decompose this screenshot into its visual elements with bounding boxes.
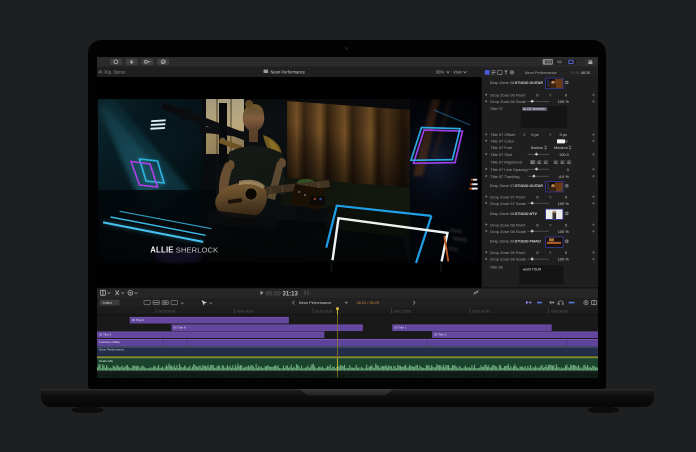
svg-text:Y: Y <box>549 93 552 98</box>
svg-text:00:01:40:00: 00:01:40:00 <box>473 309 490 313</box>
svg-text:Neon Performance: Neon Performance <box>299 300 332 305</box>
svg-text:Title 07 Color: Title 07 Color <box>490 139 514 144</box>
svg-text:Drop Zone 09 Scale: Drop Zone 09 Scale <box>490 257 526 262</box>
svg-text:48:20: 48:20 <box>581 71 590 75</box>
svg-text:Y: Y <box>549 250 552 255</box>
svg-text:31:13: 31:13 <box>283 291 299 297</box>
svg-text:Neon Performance: Neon Performance <box>525 71 557 75</box>
svg-text:00 Title 9: 00 Title 9 <box>434 332 447 336</box>
svg-text:Drop Zone 06:: Drop Zone 06: <box>490 80 516 85</box>
svg-text:Index: Index <box>103 300 113 305</box>
svg-text:Y: Y <box>549 194 552 199</box>
svg-text:00 Title 1: 00 Title 1 <box>394 325 407 329</box>
svg-text:00 Title 6: 00 Title 6 <box>132 318 145 322</box>
svg-text:00:00: 00:00 <box>571 71 580 75</box>
svg-text:0 px: 0 px <box>531 132 538 137</box>
svg-text:STUDIO GUITAR: STUDIO GUITAR <box>515 81 543 85</box>
svg-text:Title 08: Title 08 <box>490 264 504 269</box>
svg-text:100 %: 100 % <box>558 257 570 262</box>
svg-text:ALLIE: ALLIE <box>150 246 174 255</box>
svg-text:View: View <box>453 69 462 74</box>
svg-text:Y: Y <box>549 132 552 137</box>
svg-text:Title 07 Tracking: Title 07 Tracking <box>490 174 519 179</box>
svg-text:100 %: 100 % <box>558 99 570 104</box>
svg-text:SHERLOCK: SHERLOCK <box>176 246 218 255</box>
svg-text:ALLIE sherlock: ALLIE sherlock <box>523 107 546 111</box>
svg-text:Drop Zone 08:: Drop Zone 08: <box>490 211 516 216</box>
svg-text:00 Title 8: 00 Title 8 <box>174 325 187 329</box>
svg-text:00:01:00:00: 00:01:00:00 <box>316 309 333 313</box>
svg-text:Drop Zone 07 Pan: Drop Zone 07 Pan <box>490 194 523 199</box>
svg-text:0 px: 0 px <box>560 132 567 137</box>
svg-text:X: X <box>523 93 526 98</box>
svg-text:Title 07 Line Spacing: Title 07 Line Spacing <box>490 167 527 172</box>
svg-text:00:00: 00:00 <box>266 291 282 297</box>
svg-text:66%: 66% <box>436 69 445 74</box>
svg-text:Drop Zone 07 Scale: Drop Zone 07 Scale <box>490 201 526 206</box>
svg-text:Neon Performance: Neon Performance <box>99 348 125 352</box>
svg-text:Y: Y <box>549 222 552 227</box>
svg-text:100 %: 100 % <box>558 229 570 234</box>
svg-text:Drop Zone 06 Scale: Drop Zone 06 Scale <box>490 99 526 104</box>
svg-text:Title 07: Title 07 <box>490 106 504 111</box>
svg-text:STUDIO MTV: STUDIO MTV <box>515 212 538 216</box>
svg-text:world TOUR: world TOUR <box>523 268 542 272</box>
svg-text:00:00:20:00: 00:00:20:00 <box>159 309 176 313</box>
svg-text:Drop Zone 07:: Drop Zone 07: <box>490 183 516 188</box>
svg-text:X: X <box>523 194 526 199</box>
svg-text:Title 07 Size: Title 07 Size <box>490 152 513 157</box>
svg-text:Title 07 Offset: Title 07 Offset <box>490 132 516 137</box>
svg-text:X: X <box>523 250 526 255</box>
svg-text:00:01:20:00: 00:01:20:00 <box>394 309 411 313</box>
svg-text:Title 07 Alignment: Title 07 Alignment <box>490 160 523 165</box>
svg-text:00 Title 3: 00 Title 3 <box>99 332 112 336</box>
svg-text:Studio Mix: Studio Mix <box>99 359 114 363</box>
svg-text:Title 07 Font: Title 07 Font <box>490 145 513 150</box>
svg-text:00:02:00:00: 00:02:00:00 <box>551 309 568 313</box>
svg-text:100 %: 100 % <box>558 201 570 206</box>
svg-text:Neon Performance: Neon Performance <box>271 69 306 74</box>
svg-text:Drop Zone 08 Pan: Drop Zone 08 Pan <box>490 222 523 227</box>
svg-text:Medium: Medium <box>554 145 568 150</box>
svg-text:Barlow: Barlow <box>531 145 543 150</box>
svg-text:00:00:40:00: 00:00:40:00 <box>237 309 254 313</box>
svg-text:Drop Zone 09 Pan: Drop Zone 09 Pan <box>490 250 523 255</box>
svg-text:4K 30p, Stereo: 4K 30p, Stereo <box>98 69 126 74</box>
svg-text:STUDIO GUITAR: STUDIO GUITAR <box>515 184 543 188</box>
svg-text:-4.0 %: -4.0 % <box>558 174 570 179</box>
svg-text:Drop Zone 06 Pan: Drop Zone 06 Pan <box>490 93 523 98</box>
svg-text:X: X <box>523 222 526 227</box>
svg-text:100.0: 100.0 <box>559 152 570 157</box>
svg-text:Drop Zone 08 Scale: Drop Zone 08 Scale <box>490 229 526 234</box>
svg-text:Drop Zone 09:: Drop Zone 09: <box>490 239 516 244</box>
svg-text:STUDIO PIANO: STUDIO PIANO <box>515 240 541 244</box>
svg-text:X: X <box>523 132 526 137</box>
svg-text:48:20 / 48:20: 48:20 / 48:20 <box>357 300 381 305</box>
svg-text:Letterbox Matte: Letterbox Matte <box>99 340 120 344</box>
